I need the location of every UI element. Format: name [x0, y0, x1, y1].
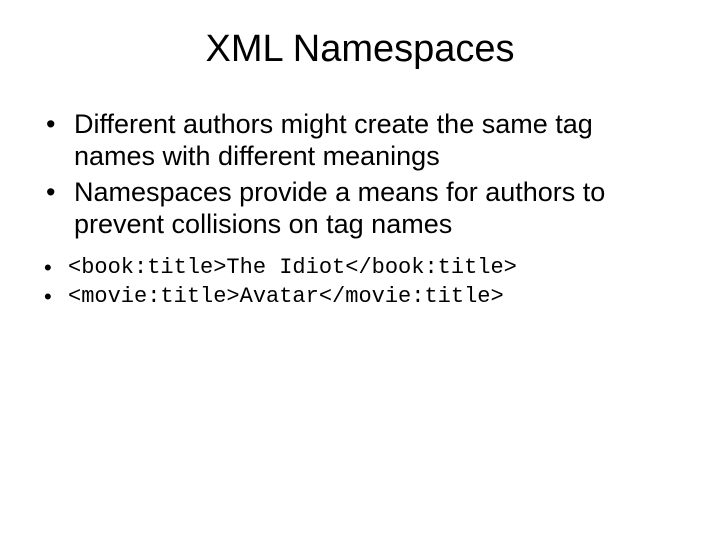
slide-title: XML Namespaces: [30, 28, 690, 71]
slide: XML Namespaces Different authors might c…: [0, 0, 720, 540]
code-line: <movie:title>Avatar</movie:title>: [40, 283, 680, 312]
bullet-item: Namespaces provide a means for authors t…: [40, 177, 680, 241]
bullet-item: Different authors might create the same …: [40, 109, 680, 173]
code-line: <book:title>The Idiot</book:title>: [40, 254, 680, 283]
bullet-list: Different authors might create the same …: [30, 109, 690, 240]
code-list: <book:title>The Idiot</book:title> <movi…: [30, 254, 690, 311]
